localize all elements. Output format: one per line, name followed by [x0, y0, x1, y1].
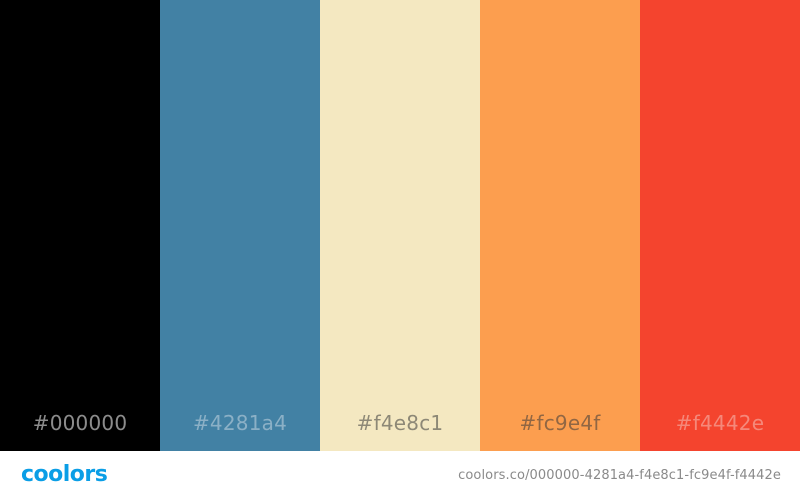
swatch-1-hex-label: #000000 — [32, 411, 128, 435]
coolors-logo[interactable]: coolors — [21, 461, 108, 489]
swatch-2-hex-label: #4281a4 — [192, 411, 288, 435]
swatch-2[interactable]: #4281a4 — [160, 0, 320, 451]
footer-bar: coolors coolors.co/000000-4281a4-f4e8c1-… — [0, 451, 800, 500]
swatch-4[interactable]: #fc9e4f — [480, 0, 640, 451]
swatch-5[interactable]: #f4442e — [640, 0, 800, 451]
palette-page: #000000 #4281a4 #f4e8c1 #fc9e4f #f4442e … — [0, 0, 800, 500]
swatch-5-hex-label: #f4442e — [675, 411, 765, 435]
swatch-4-hex-label: #fc9e4f — [519, 411, 601, 435]
swatch-3-hex-label: #f4e8c1 — [356, 411, 444, 435]
swatch-1[interactable]: #000000 — [0, 0, 160, 451]
palette-swatches: #000000 #4281a4 #f4e8c1 #fc9e4f #f4442e — [0, 0, 800, 451]
palette-url[interactable]: coolors.co/000000-4281a4-f4e8c1-fc9e4f-f… — [458, 466, 781, 486]
swatch-3[interactable]: #f4e8c1 — [320, 0, 480, 451]
